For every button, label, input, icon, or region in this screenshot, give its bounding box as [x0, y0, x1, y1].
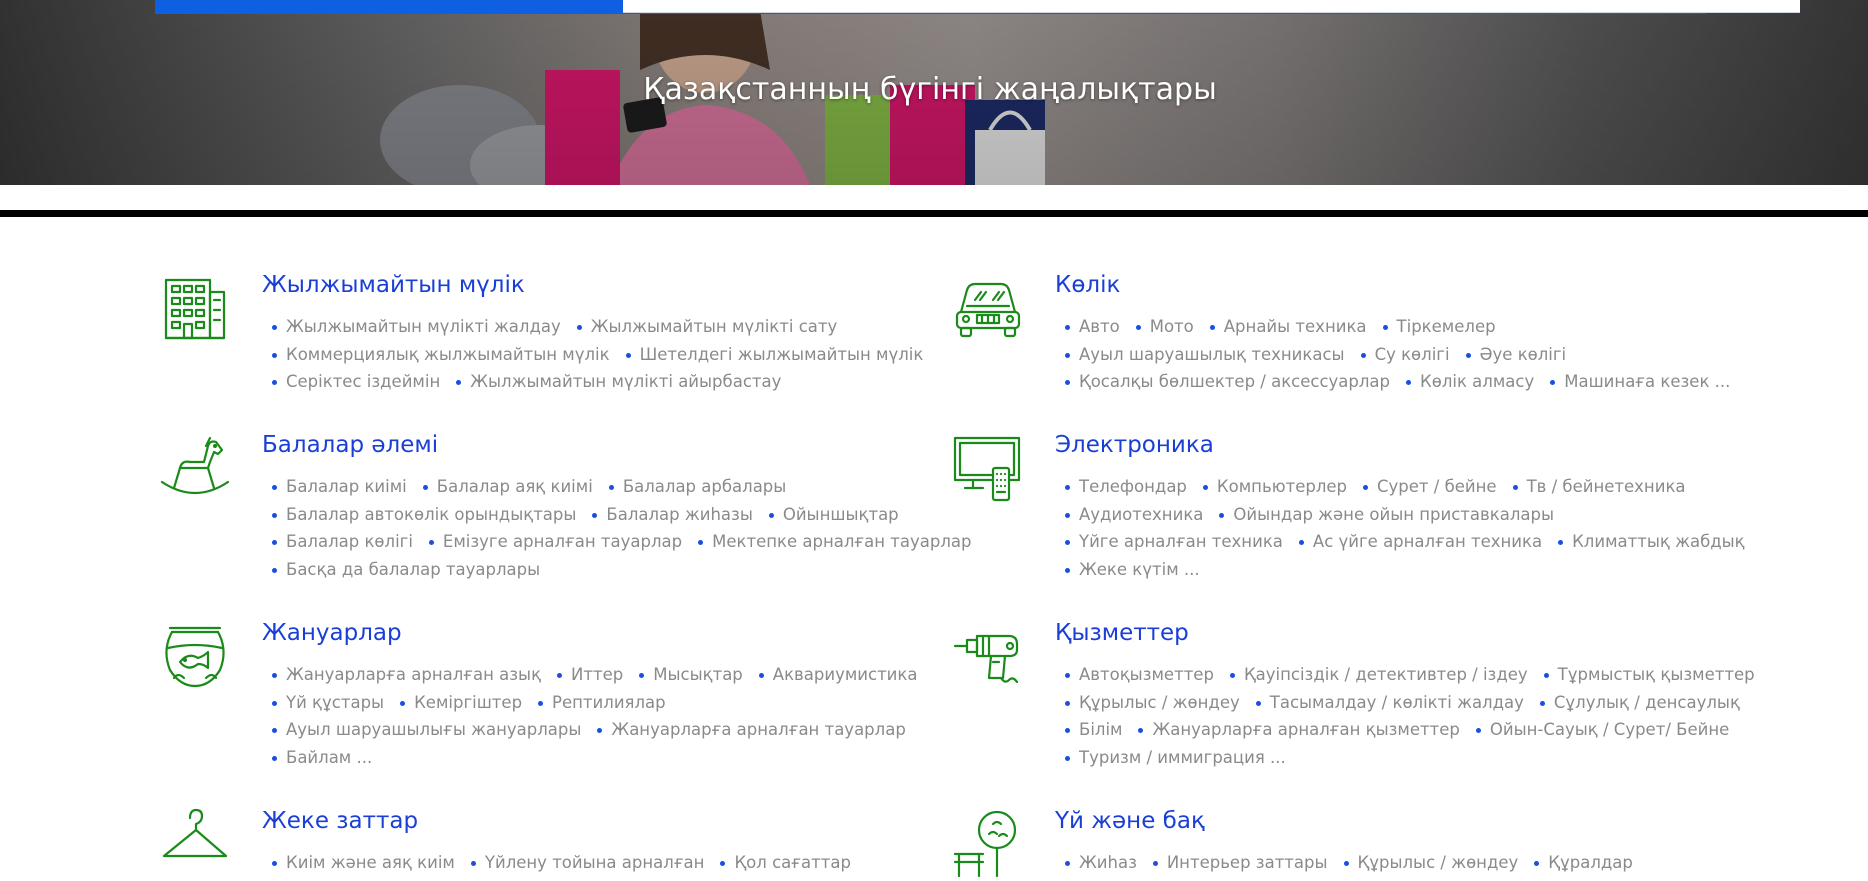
subcategory-link[interactable]: Құрылыс / жөндеу [1343, 853, 1518, 872]
subcategory-link[interactable]: Туризм / иммиграция ... [1065, 748, 1286, 767]
subcategory-link[interactable]: Үйге арналған техника [1065, 532, 1283, 551]
subcategory-link[interactable]: Көлік алмасу [1406, 372, 1534, 391]
subcategory-link[interactable]: Ауыл шаруашылық техникасы [1065, 345, 1345, 364]
subcategory-link[interactable]: Мото [1135, 317, 1194, 336]
hero-spacer [0, 185, 1868, 212]
subcategory-link[interactable]: Коммерциялық жылжымайтын мүлік [272, 345, 610, 364]
subcategory-link[interactable]: Балалар киімі [272, 477, 407, 496]
subcategory-link[interactable]: Балалар арбалары [608, 477, 786, 496]
subcategory-link[interactable]: Үй құстары [272, 693, 384, 712]
subcategory-link[interactable]: Жылжымайтын мүлікті айырбастау [456, 372, 781, 391]
subcategory-link[interactable]: Басқа да балалар тауарлары [272, 560, 540, 579]
car-icon [955, 282, 1021, 338]
category-title-children[interactable]: Балалар әлемі [262, 432, 438, 458]
subcategory-link[interactable]: Шетелдегі жылжымайтын мүлік [625, 345, 923, 364]
subcategory-link[interactable]: Машинаға кезек ... [1550, 372, 1730, 391]
subcategory-link[interactable]: Мектепке арналған тауарлар [698, 532, 972, 551]
subcategory-link[interactable]: Балалар автокөлік орындықтары [272, 505, 576, 524]
subcategory-link[interactable]: Балалар аяқ киімі [422, 477, 593, 496]
subcategory-link[interactable]: Жылжымайтын мүлікті жалдау [272, 317, 561, 336]
subcategory-link[interactable]: Қосалқы бөлшектер / аксессуарлар [1065, 372, 1390, 391]
apartment-building-icon [164, 278, 226, 340]
hero-banner: Қазақстанның бүгінгі жаңалықтары [0, 0, 1868, 185]
subcategory-link[interactable]: Балалар жиһазы [592, 505, 753, 524]
subcategory-link[interactable]: Рептилиялар [538, 693, 666, 712]
subcategory-link[interactable]: Кеміргіштер [400, 693, 522, 712]
subcategory-link[interactable]: Ойыншықтар [768, 505, 899, 524]
subcategory-link[interactable]: Балалар көлігі [272, 532, 413, 551]
subcategory-link[interactable]: Жануарларға арналған тауарлар [597, 720, 906, 739]
subcategory-link[interactable]: Құрылыс / жөндеу [1065, 693, 1240, 712]
subcategory-link[interactable]: Жануарларға арналған азық [272, 665, 541, 684]
subcategory-link[interactable]: Иттер [557, 665, 623, 684]
subcategory-link[interactable]: Әуе көлігі [1465, 345, 1566, 364]
hero-title: Қазақстанның бүгінгі жаңалықтары [643, 72, 1217, 107]
subcategory-link[interactable]: Авто [1065, 317, 1120, 336]
subcategory-link[interactable]: Жиһаз [1065, 853, 1137, 872]
subcategory-link[interactable]: Байлам ... [272, 748, 372, 767]
subcategory-link[interactable]: Компьютерлер [1202, 477, 1347, 496]
subcategory-link[interactable]: Киім және аяқ киім [272, 853, 455, 872]
subcategory-link[interactable]: Автоқызметтер [1065, 665, 1214, 684]
subcategory-link[interactable]: Ас үйге арналған техника [1298, 532, 1542, 551]
subcategory-link[interactable]: Сурет / бейне [1363, 477, 1497, 496]
subcategory-link[interactable]: Білім [1065, 720, 1122, 739]
subcategory-link[interactable]: Аквариумистика [758, 665, 918, 684]
category-title-animals[interactable]: Жануарлар [262, 620, 402, 646]
subcategory-link[interactable]: Жеке күтім ... [1065, 560, 1200, 579]
category-title-real-estate[interactable]: Жылжымайтын мүлік [262, 272, 525, 298]
category-title-electronics[interactable]: Электроника [1055, 432, 1214, 458]
drill-icon [953, 634, 1019, 684]
search-bar [155, 0, 1800, 14]
tv-remote-icon [953, 436, 1021, 502]
tree-bench-icon [953, 810, 1017, 878]
subcategory-link[interactable]: Тасымалдау / көлікті жалдау [1255, 693, 1524, 712]
subcategory-link[interactable]: Ойындар және ойын приставкалары [1219, 505, 1554, 524]
subcategory-link[interactable]: Интерьер заттары [1152, 853, 1328, 872]
rocking-horse-icon [160, 436, 230, 494]
subcategory-link[interactable]: Сұлулық / денсаулық [1539, 693, 1740, 712]
subcategory-link[interactable]: Тұрмыстық қызметтер [1543, 665, 1755, 684]
subcategory-link[interactable]: Арнайы техника [1209, 317, 1367, 336]
subcategory-link[interactable]: Тв / бейнетехника [1512, 477, 1686, 496]
category-title-services[interactable]: Қызметтер [1055, 620, 1189, 646]
subcategory-link[interactable]: Аудиотехника [1065, 505, 1203, 524]
subcategory-link[interactable]: Су көлігі [1360, 345, 1450, 364]
subcategory-link[interactable]: Телефондар [1065, 477, 1187, 496]
section-divider [0, 210, 1868, 217]
subcategory-link[interactable]: Мысықтар [639, 665, 743, 684]
subcategory-link[interactable]: Жылжымайтын мүлікті сату [576, 317, 837, 336]
subcategory-link[interactable]: Емізуге арналған тауарлар [428, 532, 682, 551]
category-title-transport[interactable]: Көлік [1055, 272, 1120, 298]
clothes-hanger-icon [162, 808, 228, 858]
subcategory-link[interactable]: Жануарларға арналған қызметтер [1138, 720, 1460, 739]
subcategory-link[interactable]: Ойын-Сауық / Сурет/ Бейне [1475, 720, 1729, 739]
subcategory-link[interactable]: Қауіпсіздік / детективтер / іздеу [1229, 665, 1528, 684]
subcategory-link[interactable]: Ауыл шаруашылығы жануарлары [272, 720, 581, 739]
subcategory-link[interactable]: Серіктес іздеймін [272, 372, 440, 391]
subcategory-link[interactable]: Қол сағаттар [720, 853, 851, 872]
search-input[interactable] [623, 0, 1800, 13]
subcategory-link[interactable]: Тіркемелер [1382, 317, 1496, 336]
subcategory-link[interactable]: Үйлену тойына арналған [470, 853, 704, 872]
category-title-personal-items[interactable]: Жеке заттар [262, 808, 418, 834]
category-title-home-garden[interactable]: Үй және бақ [1055, 808, 1205, 834]
subcategory-link[interactable]: Климаттық жабдық [1558, 532, 1745, 551]
subcategory-link[interactable]: Құралдар [1534, 853, 1633, 872]
aquarium-fish-icon [165, 626, 225, 688]
